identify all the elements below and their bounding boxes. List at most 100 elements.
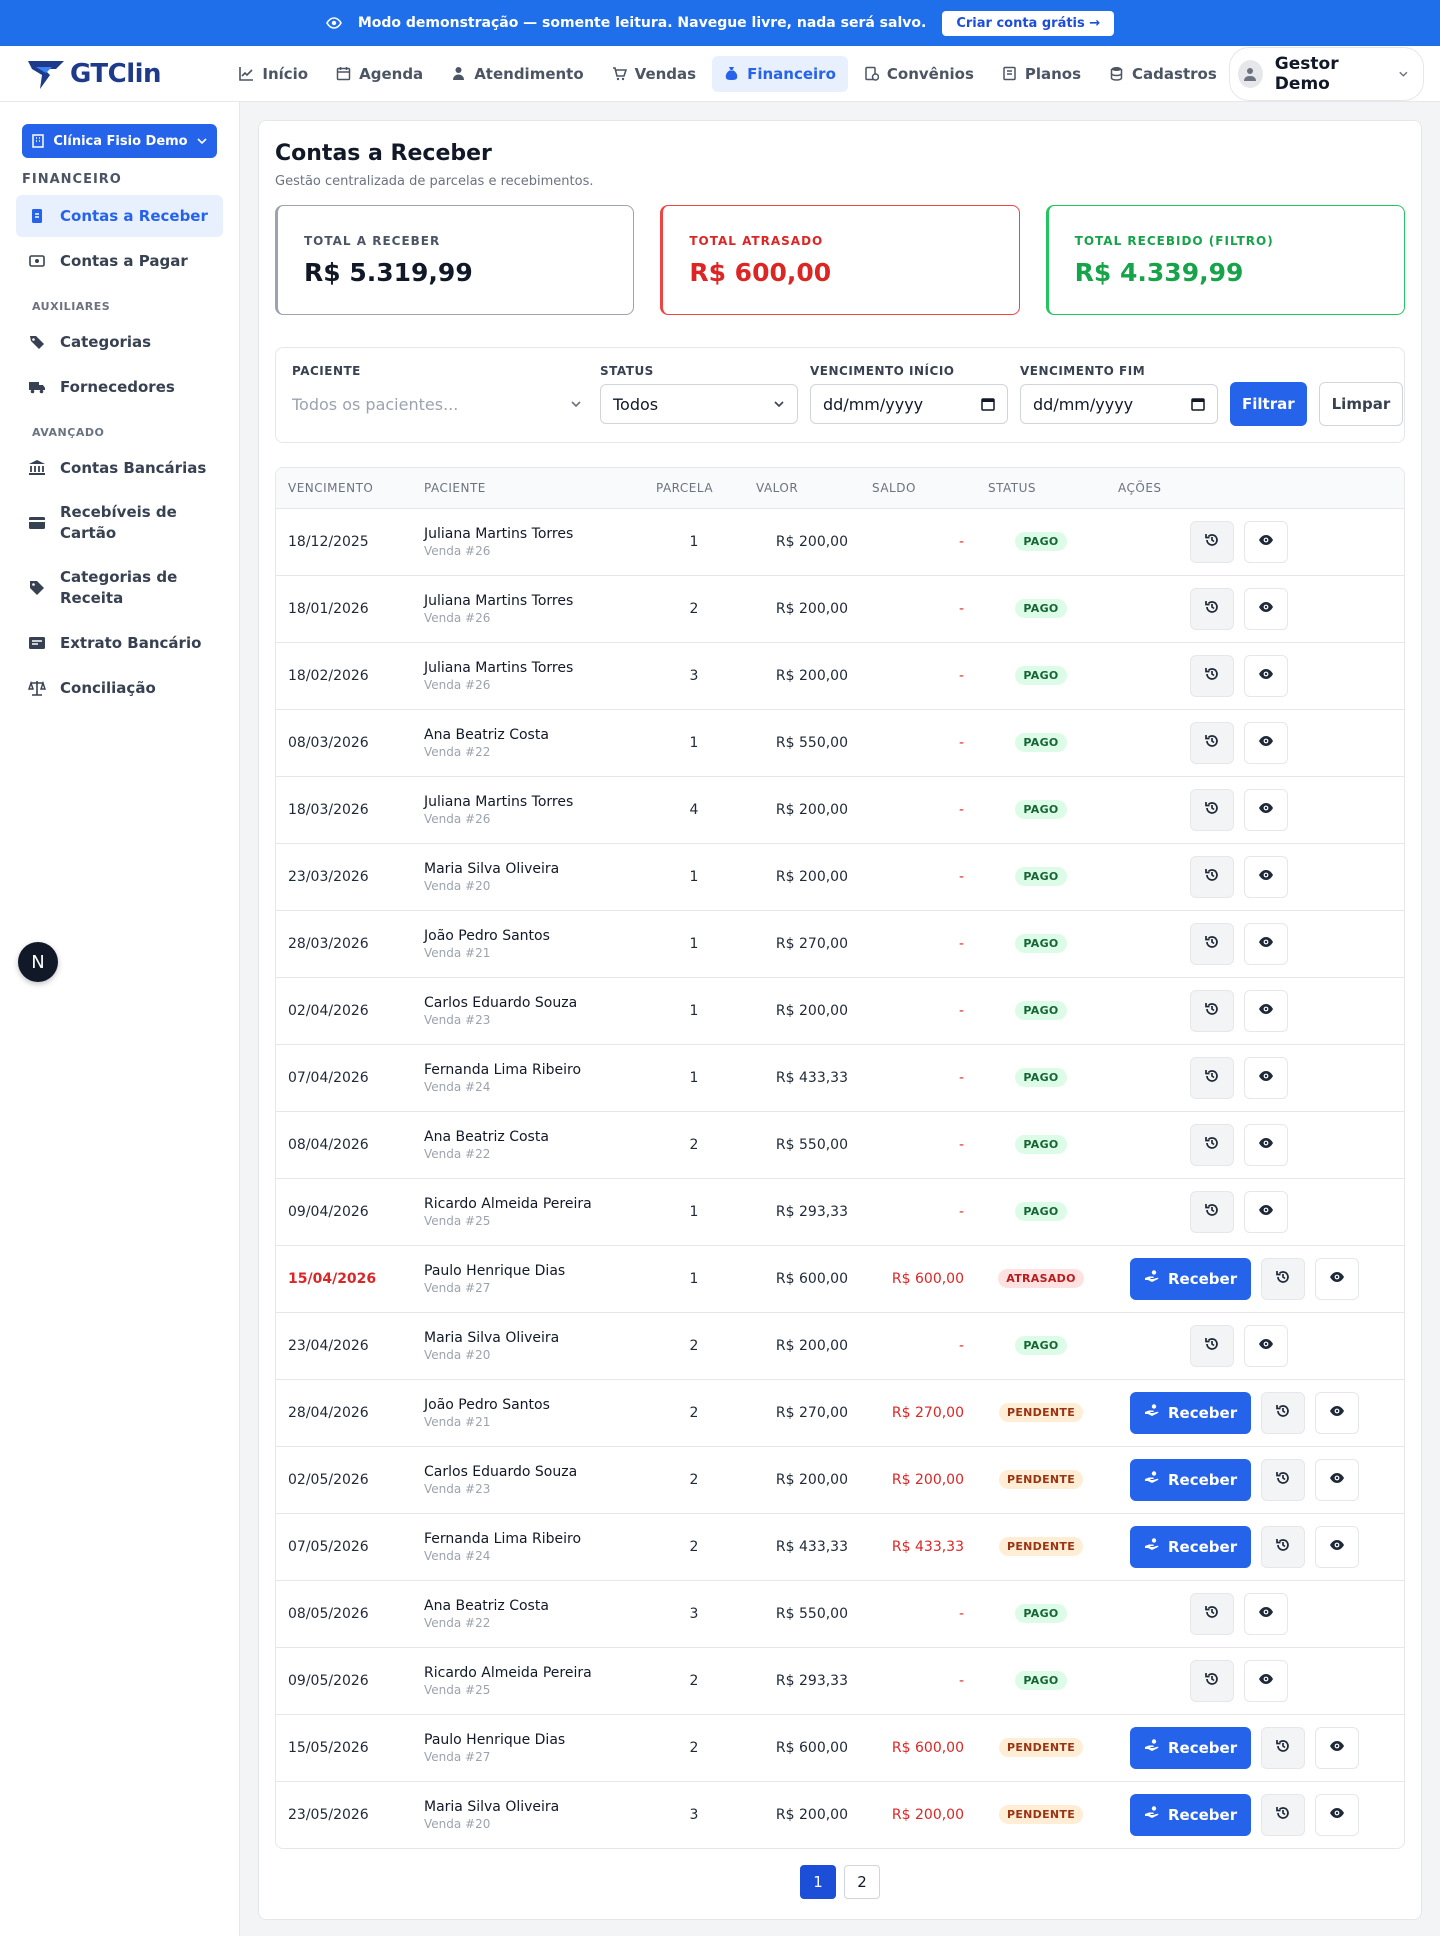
- history-button[interactable]: [1261, 1458, 1306, 1501]
- view-button[interactable]: [1315, 1793, 1360, 1836]
- filter-button[interactable]: Filtrar: [1230, 382, 1307, 426]
- brand-logo[interactable]: GTClin: [26, 57, 227, 91]
- receive-button[interactable]: Receber: [1130, 1726, 1252, 1769]
- clear-button[interactable]: Limpar: [1318, 382, 1404, 426]
- sidebar-item-conciliacao[interactable]: Conciliação: [16, 667, 223, 709]
- nav-planos[interactable]: Planos: [990, 56, 1093, 92]
- column-header[interactable]: PACIENTE: [412, 468, 644, 509]
- history-button[interactable]: [1190, 721, 1234, 764]
- calendar-icon[interactable]: [1191, 397, 1205, 411]
- patient-name[interactable]: Juliana Martins Torres: [424, 794, 632, 810]
- due-start-date-input[interactable]: dd/mm/yyyy: [810, 384, 1008, 424]
- sidebar-item-contas-bancarias[interactable]: Contas Bancárias: [16, 447, 223, 489]
- history-button[interactable]: [1261, 1726, 1306, 1769]
- patient-name[interactable]: Juliana Martins Torres: [424, 526, 632, 542]
- patient-name[interactable]: João Pedro Santos: [424, 1397, 632, 1413]
- history-button[interactable]: [1261, 1391, 1306, 1434]
- create-account-button[interactable]: Criar conta grátis →: [942, 10, 1115, 36]
- nav-vendas[interactable]: Vendas: [600, 56, 708, 92]
- history-button[interactable]: [1190, 1190, 1234, 1233]
- patient-name[interactable]: Juliana Martins Torres: [424, 593, 632, 609]
- view-button[interactable]: [1244, 721, 1288, 764]
- nav-convenios[interactable]: Convênios: [852, 56, 986, 92]
- sidebar-item-categorias-de-receita[interactable]: Categorias de Receita: [16, 557, 223, 619]
- receive-button[interactable]: Receber: [1130, 1257, 1252, 1300]
- sidebar-item-extrato-bancario[interactable]: Extrato Bancário: [16, 622, 223, 664]
- view-button[interactable]: [1244, 1123, 1288, 1166]
- history-button[interactable]: [1190, 520, 1234, 563]
- view-button[interactable]: [1315, 1257, 1360, 1300]
- patient-name[interactable]: Juliana Martins Torres: [424, 660, 632, 676]
- history-button[interactable]: [1261, 1525, 1306, 1568]
- history-button[interactable]: [1190, 1123, 1234, 1166]
- sidebar-item-recebiveis-de-cartao[interactable]: Recebíveis de Cartão: [16, 492, 223, 554]
- history-button[interactable]: [1261, 1793, 1306, 1836]
- view-button[interactable]: [1244, 989, 1288, 1032]
- nav-agenda[interactable]: Agenda: [324, 56, 435, 92]
- history-button[interactable]: [1190, 855, 1234, 898]
- history-button[interactable]: [1190, 922, 1234, 965]
- history-button[interactable]: [1261, 1257, 1306, 1300]
- history-button[interactable]: [1190, 989, 1234, 1032]
- column-header[interactable]: PARCELA: [644, 468, 744, 509]
- column-header[interactable]: VENCIMENTO: [276, 468, 412, 509]
- dev-tools-badge[interactable]: N: [18, 942, 58, 982]
- patient-name[interactable]: Carlos Eduardo Souza: [424, 1464, 632, 1480]
- nav-financeiro[interactable]: Financeiro: [712, 55, 848, 92]
- view-button[interactable]: [1315, 1726, 1360, 1769]
- page-button-1[interactable]: 1: [800, 1865, 836, 1899]
- receive-button[interactable]: Receber: [1130, 1525, 1252, 1568]
- view-button[interactable]: [1315, 1391, 1360, 1434]
- history-button[interactable]: [1190, 587, 1234, 630]
- nav-inicio[interactable]: Início: [227, 56, 320, 92]
- clinic-selector[interactable]: Clínica Fisio Demo: [22, 124, 217, 158]
- history-button[interactable]: [1190, 1659, 1234, 1702]
- view-button[interactable]: [1244, 1190, 1288, 1233]
- user-menu[interactable]: Gestor Demo: [1228, 46, 1424, 101]
- history-button[interactable]: [1190, 1324, 1234, 1367]
- sidebar-item-contas-a-pagar[interactable]: Contas a Pagar: [16, 240, 223, 282]
- view-button[interactable]: [1315, 1458, 1360, 1501]
- view-button[interactable]: [1244, 1659, 1288, 1702]
- patient-name[interactable]: Ana Beatriz Costa: [424, 1129, 632, 1145]
- view-button[interactable]: [1244, 654, 1288, 697]
- patient-name[interactable]: Ricardo Almeida Pereira: [424, 1665, 632, 1681]
- patient-name[interactable]: Paulo Henrique Dias: [424, 1263, 632, 1279]
- page-button-2[interactable]: 2: [844, 1865, 880, 1899]
- column-header[interactable]: STATUS: [976, 468, 1106, 509]
- view-button[interactable]: [1244, 520, 1288, 563]
- view-button[interactable]: [1244, 788, 1288, 831]
- history-button[interactable]: [1190, 1056, 1234, 1099]
- receive-button[interactable]: Receber: [1130, 1391, 1252, 1434]
- receive-button[interactable]: Receber: [1130, 1458, 1252, 1501]
- patient-name[interactable]: Maria Silva Oliveira: [424, 1330, 632, 1346]
- patient-name[interactable]: Fernanda Lima Ribeiro: [424, 1062, 632, 1078]
- patient-name[interactable]: Ana Beatriz Costa: [424, 727, 632, 743]
- view-button[interactable]: [1244, 1056, 1288, 1099]
- history-button[interactable]: [1190, 1592, 1234, 1635]
- nav-cadastros[interactable]: Cadastros: [1097, 56, 1229, 92]
- sidebar-item-contas-a-receber[interactable]: Contas a Receber: [16, 195, 223, 237]
- history-button[interactable]: [1190, 788, 1234, 831]
- patient-name[interactable]: João Pedro Santos: [424, 928, 632, 944]
- patient-select[interactable]: Todos os pacientes...: [292, 384, 588, 424]
- sidebar-item-fornecedores[interactable]: Fornecedores: [16, 366, 223, 408]
- patient-name[interactable]: Maria Silva Oliveira: [424, 1799, 632, 1815]
- patient-name[interactable]: Carlos Eduardo Souza: [424, 995, 632, 1011]
- view-button[interactable]: [1315, 1525, 1360, 1568]
- patient-name[interactable]: Paulo Henrique Dias: [424, 1732, 632, 1748]
- due-end-date-input[interactable]: dd/mm/yyyy: [1020, 384, 1218, 424]
- view-button[interactable]: [1244, 587, 1288, 630]
- status-select[interactable]: Todos: [600, 384, 798, 424]
- nav-atendimento[interactable]: Atendimento: [439, 56, 595, 92]
- history-button[interactable]: [1190, 654, 1234, 697]
- view-button[interactable]: [1244, 1324, 1288, 1367]
- patient-name[interactable]: Fernanda Lima Ribeiro: [424, 1531, 632, 1547]
- view-button[interactable]: [1244, 1592, 1288, 1635]
- calendar-icon[interactable]: [981, 397, 995, 411]
- receive-button[interactable]: Receber: [1130, 1793, 1252, 1836]
- column-header[interactable]: SALDO: [860, 468, 976, 509]
- view-button[interactable]: [1244, 855, 1288, 898]
- patient-name[interactable]: Ricardo Almeida Pereira: [424, 1196, 632, 1212]
- view-button[interactable]: [1244, 922, 1288, 965]
